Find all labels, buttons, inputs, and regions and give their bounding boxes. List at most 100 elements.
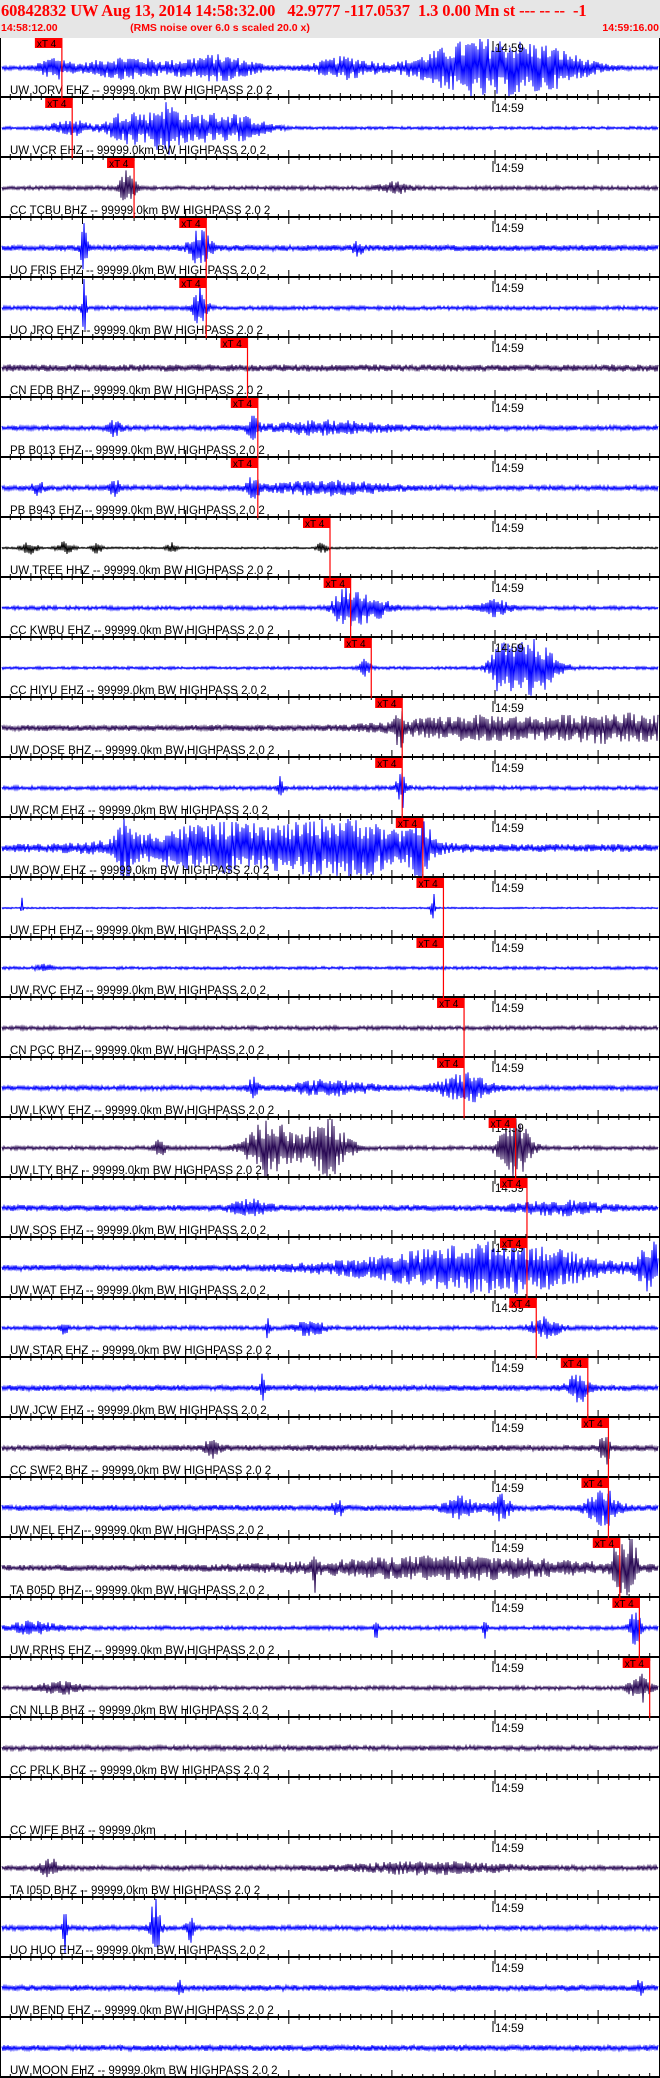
- waveform: [1, 1612, 659, 1645]
- trace[interactable]: 14:59 UW DOSE BHZ -- 99999.0km BW HIGHPAS…: [0, 698, 660, 764]
- trace[interactable]: 14:59 CC TCBU BHZ -- 99999.0km BW HIGHPAS…: [0, 158, 660, 224]
- trace[interactable]: 14:59 CN PGC BHZ -- 99999.0km BW HIGHPASS…: [0, 998, 660, 1064]
- minute-label: 14:59: [495, 1063, 524, 1075]
- minute-label: 14:59: [495, 1723, 524, 1735]
- trace-label: UW JORV EHZ -- 99999.0km BW HIGHPASS 2.0…: [10, 85, 272, 97]
- minute-label: 14:59: [495, 163, 524, 175]
- minute-label: 14:59: [495, 703, 524, 715]
- trace[interactable]: 14:59 UW JCW EHZ -- 99999.0km BW HIGHPASS…: [0, 1358, 660, 1424]
- minute-label: 14:59: [495, 523, 524, 535]
- pick-label: xT 4: [418, 879, 438, 890]
- trace-label: UW NEL EHZ -- 99999.0km BW HIGHPASS 2.0 …: [10, 1525, 264, 1537]
- trace[interactable]: 14:59 UO JRO EHZ -- 99999.0km BW HIGHPASS…: [0, 278, 660, 344]
- pick-label: xT 4: [233, 399, 253, 410]
- trace[interactable]: 14:59 UW RRHS EHZ -- 99999.0km BW HIGHPAS…: [0, 1598, 660, 1664]
- trace-label: UO FRIS EHZ -- 99999.0km BW HIGHPASS 2.0…: [10, 265, 266, 277]
- minute-label: 14:59: [495, 823, 524, 835]
- minute-label: 14:59: [495, 1003, 524, 1015]
- trace[interactable]: 14:59 UO FRIS EHZ -- 99999.0km BW HIGHPAS…: [0, 218, 660, 284]
- trace[interactable]: 14:59 CN EDB BHZ -- 99999.0km BW HIGHPASS…: [0, 338, 660, 404]
- trace-label: UW RRHS EHZ -- 99999.0km BW HIGHPASS 2.0…: [10, 1645, 274, 1657]
- minute-label: 14:59: [495, 883, 524, 895]
- trace[interactable]: 14:59UW SOS EHZ -- 99999.0km BW HIGHPASS…: [0, 1178, 660, 1244]
- minute-label: 14:59: [495, 1483, 524, 1495]
- pick-label: xT 4: [491, 1119, 511, 1130]
- pick-label: xT 4: [377, 759, 397, 770]
- waveform: [1, 1673, 659, 1703]
- trace[interactable]: 14:59UO HUO EHZ -- 99999.0km BW HIGHPASS…: [0, 1898, 660, 1964]
- trace-label: UW STAR EHZ -- 99999.0km BW HIGHPASS 2.0…: [10, 1345, 272, 1357]
- pick-label: xT 4: [614, 1599, 634, 1610]
- trace[interactable]: 14:59UW EPH EHZ -- 99999.0km BW HIGHPASS…: [0, 878, 660, 944]
- pick-label: xT 4: [377, 699, 397, 710]
- trace[interactable]: 14:59 CC PRLK BHZ -- 99999.0km BW HIGHPAS…: [0, 1721, 660, 1784]
- trace-label: CN PGC BHZ -- 99999.0km BW HIGHPASS 2.0 …: [10, 1045, 264, 1057]
- trace[interactable]: 14:59 CC HIYU EHZ -- 99999.0km BW HIGHPAS…: [0, 638, 660, 704]
- minute-label: 14:59: [495, 943, 524, 955]
- trace[interactable]: 14:59 UW RCM EHZ -- 99999.0km BW HIGHPASS…: [0, 758, 660, 824]
- trace[interactable]: 14:59UW LTY BHZ -- 99999.0km BW HIGHPASS…: [0, 1118, 660, 1184]
- event-header: 60842832 UW Aug 13, 2014 14:58:32.00 42.…: [0, 0, 660, 38]
- pick-label: xT 4: [511, 1299, 531, 1310]
- minute-label: 14:59: [495, 43, 524, 55]
- trace-label: CN EDB BHZ -- 99999.0km BW HIGHPASS 2.0 …: [10, 385, 263, 397]
- trace[interactable]: 14:59UW WAT EHZ -- 99999.0km BW HIGHPASS…: [0, 1238, 660, 1304]
- trace-label: UW BEND EHZ -- 99999.0km BW HIGHPASS 2.0…: [10, 2005, 274, 2017]
- pick-label: xT 4: [439, 999, 459, 1010]
- trace-label: TA I05D BHZ -- 99999.0km BW HIGHPASS 2.0…: [10, 1885, 260, 1897]
- waveform: [1, 1979, 659, 1996]
- trace[interactable]: 14:59 TA I05D BHZ -- 99999.0km BW HIGHPAS…: [0, 1841, 660, 1904]
- trace-label: CC SWF2 BHZ -- 99999.0km BW HIGHPASS 2.0…: [10, 1465, 271, 1477]
- minute-label: 14:59: [495, 643, 524, 655]
- trace[interactable]: 14:59 UW BOW EHZ -- 99999.0km BW HIGHPASS…: [0, 818, 660, 884]
- trace[interactable]: 14:59 UW VCR EHZ -- 99999.0km BW HIGHPASS…: [0, 98, 660, 164]
- minute-label: 14:59: [495, 1603, 524, 1615]
- trace[interactable]: 14:59 TA B05D BHZ -- 99999.0km BW HIGHPAS…: [0, 1538, 660, 1604]
- pick-label: xT 4: [439, 1059, 459, 1070]
- trace[interactable]: 14:59PB B013 EHZ -- 99999.0km BW HIGHPAS…: [0, 398, 660, 464]
- trace-label: CC HIYU EHZ -- 99999.0km BW HIGHPASS 2.0…: [10, 685, 267, 697]
- trace[interactable]: 14:59UW MOON EHZ -- 99999.0km BW HIGHPAS…: [0, 2021, 660, 2078]
- minute-label: 14:59: [495, 1783, 524, 1795]
- waveform: [1, 893, 659, 919]
- waveform: [1, 278, 659, 330]
- waveform: [1, 963, 659, 973]
- minute-label: 14:59: [495, 343, 524, 355]
- trace[interactable]: 14:59 UW JORV EHZ -- 99999.0km BW HIGHPAS…: [0, 38, 660, 104]
- waveform: [1, 1373, 659, 1403]
- scaling-note: (RMS noise over 6.0 s scaled 20.0 x): [130, 22, 310, 34]
- trace[interactable]: 14:59 UW NEL EHZ -- 99999.0km BW HIGHPASS…: [0, 1478, 660, 1544]
- trace[interactable]: 14:59PB B943 EHZ -- 99999.0km BW HIGHPAS…: [0, 458, 660, 524]
- minute-label: 14:59: [495, 1363, 524, 1375]
- pick-label: xT 4: [326, 579, 346, 590]
- trace-label: UW RCM EHZ -- 99999.0km BW HIGHPASS 2.0 …: [10, 805, 268, 817]
- pick-label: xT 4: [181, 219, 201, 230]
- trace-label: TA B05D BHZ -- 99999.0km BW HIGHPASS 2.0…: [10, 1585, 265, 1597]
- trace[interactable]: 14:59 CC SWF2 BHZ -- 99999.0km BW HIGHPAS…: [0, 1418, 660, 1484]
- pick-label: xT 4: [583, 1419, 603, 1430]
- minute-label: 14:59: [495, 223, 524, 235]
- trace[interactable]: 14:59 UW LKWY EHZ -- 99999.0km BW HIGHPAS…: [0, 1058, 660, 1124]
- trace-label: UW DOSE BHZ -- 99999.0km BW HIGHPASS 2.0…: [10, 745, 274, 757]
- trace[interactable]: 14:59UW STAR EHZ -- 99999.0km BW HIGHPAS…: [0, 1298, 660, 1364]
- end-time: 14:59:16.00: [602, 22, 659, 34]
- trace[interactable]: 14:59CC WIFE BHZ -- 99999.0km: [0, 1781, 660, 1844]
- waveform: [1, 223, 659, 270]
- minute-label: 14:59: [495, 1423, 524, 1435]
- trace[interactable]: 14:59 UW RVC EHZ -- 99999.0km BW HIGHPASS…: [0, 938, 660, 1004]
- waveform: [1, 586, 659, 627]
- trace[interactable]: 14:59 CN NLLB BHZ -- 99999.0km BW HIGHPAS…: [0, 1658, 660, 1724]
- trace-label: UW SOS EHZ -- 99999.0km BW HIGHPASS 2.0 …: [10, 1225, 266, 1237]
- trace-label: UW VCR EHZ -- 99999.0km BW HIGHPASS 2.0 …: [10, 145, 266, 157]
- trace-label: UW RVC EHZ -- 99999.0km BW HIGHPASS 2.0 …: [10, 985, 266, 997]
- trace[interactable]: 14:59 UW BEND EHZ -- 99999.0km BW HIGHPAS…: [0, 1961, 660, 2024]
- trace[interactable]: 14:59 UW TREE HHZ -- 99999.0km BW HIGHPAS…: [0, 518, 660, 584]
- trace-label: CC TCBU BHZ -- 99999.0km BW HIGHPASS 2.0…: [10, 205, 270, 217]
- waveform: [1, 1198, 659, 1217]
- waveform: [1, 1072, 659, 1103]
- minute-label: 14:59: [495, 1903, 524, 1915]
- pick-label: xT 4: [398, 819, 418, 830]
- pick-label: xT 4: [37, 39, 57, 50]
- trace[interactable]: 14:59 CC KWBU EHZ -- 99999.0km BW HIGHPAS…: [0, 578, 660, 644]
- trace-label: CN NLLB BHZ -- 99999.0km BW HIGHPASS 2.0…: [10, 1705, 268, 1717]
